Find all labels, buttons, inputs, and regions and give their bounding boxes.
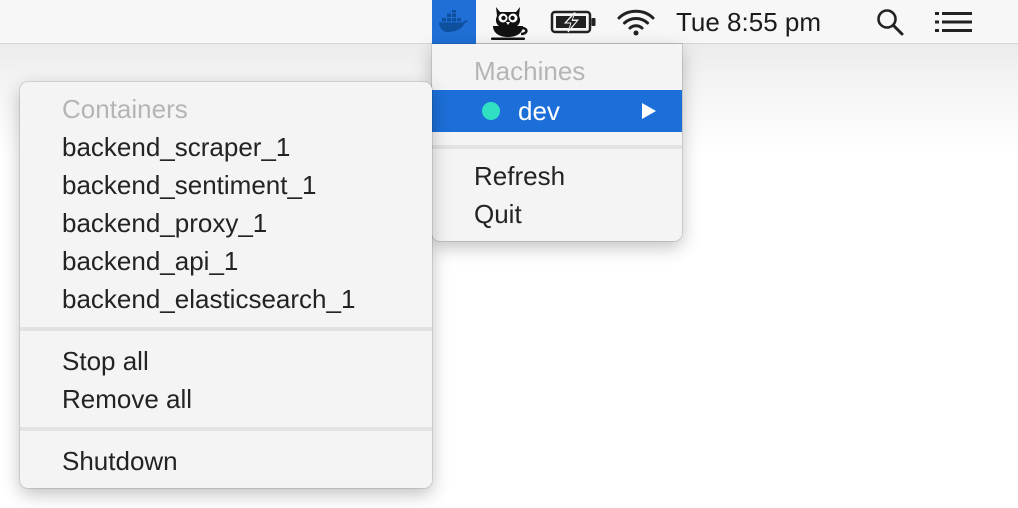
clock[interactable]: Tue 8:55 pm bbox=[676, 0, 846, 44]
container-item[interactable]: backend_proxy_1 bbox=[20, 204, 432, 242]
docker-whale-icon bbox=[439, 10, 468, 32]
quit-item[interactable]: Quit bbox=[432, 195, 682, 233]
wifi-menu-extra[interactable] bbox=[612, 0, 660, 44]
container-item[interactable]: backend_api_1 bbox=[20, 242, 432, 280]
menu-bar: Tue 8:55 pm bbox=[0, 0, 1018, 44]
shutdown-item[interactable]: Shutdown bbox=[20, 442, 432, 480]
menu-separator bbox=[20, 427, 432, 431]
docker-menu-extra[interactable] bbox=[432, 0, 476, 44]
stop-all-item[interactable]: Stop all bbox=[20, 342, 432, 380]
menu-separator bbox=[432, 145, 682, 149]
notification-center[interactable] bbox=[930, 0, 978, 44]
machines-header: Machines bbox=[474, 56, 586, 86]
docker-menu: Machines dev Refresh Quit bbox=[432, 44, 682, 241]
menu-separator bbox=[20, 327, 432, 331]
search-icon bbox=[877, 9, 904, 36]
battery-charging-icon bbox=[550, 10, 596, 34]
machine-item-dev[interactable]: dev bbox=[432, 90, 682, 132]
container-item[interactable]: backend_elasticsearch_1 bbox=[20, 280, 432, 318]
container-item[interactable]: backend_scraper_1 bbox=[20, 128, 432, 166]
spotlight-search[interactable] bbox=[868, 0, 912, 44]
machine-status-dot bbox=[482, 102, 500, 120]
wifi-icon bbox=[617, 9, 655, 36]
machine-label: dev bbox=[518, 96, 560, 126]
owl-coffee-cup-icon bbox=[491, 7, 528, 40]
container-item[interactable]: backend_sentiment_1 bbox=[20, 166, 432, 204]
containers-submenu: Containers backend_scraper_1 backend_sen… bbox=[20, 82, 432, 488]
containers-header: Containers bbox=[62, 94, 188, 124]
owl-coffee-menu-extra[interactable] bbox=[482, 0, 534, 44]
refresh-item[interactable]: Refresh bbox=[432, 157, 682, 195]
battery-menu-extra[interactable] bbox=[548, 0, 600, 44]
submenu-arrow-icon bbox=[642, 103, 656, 119]
list-icon bbox=[935, 12, 972, 32]
remove-all-item[interactable]: Remove all bbox=[20, 380, 432, 418]
